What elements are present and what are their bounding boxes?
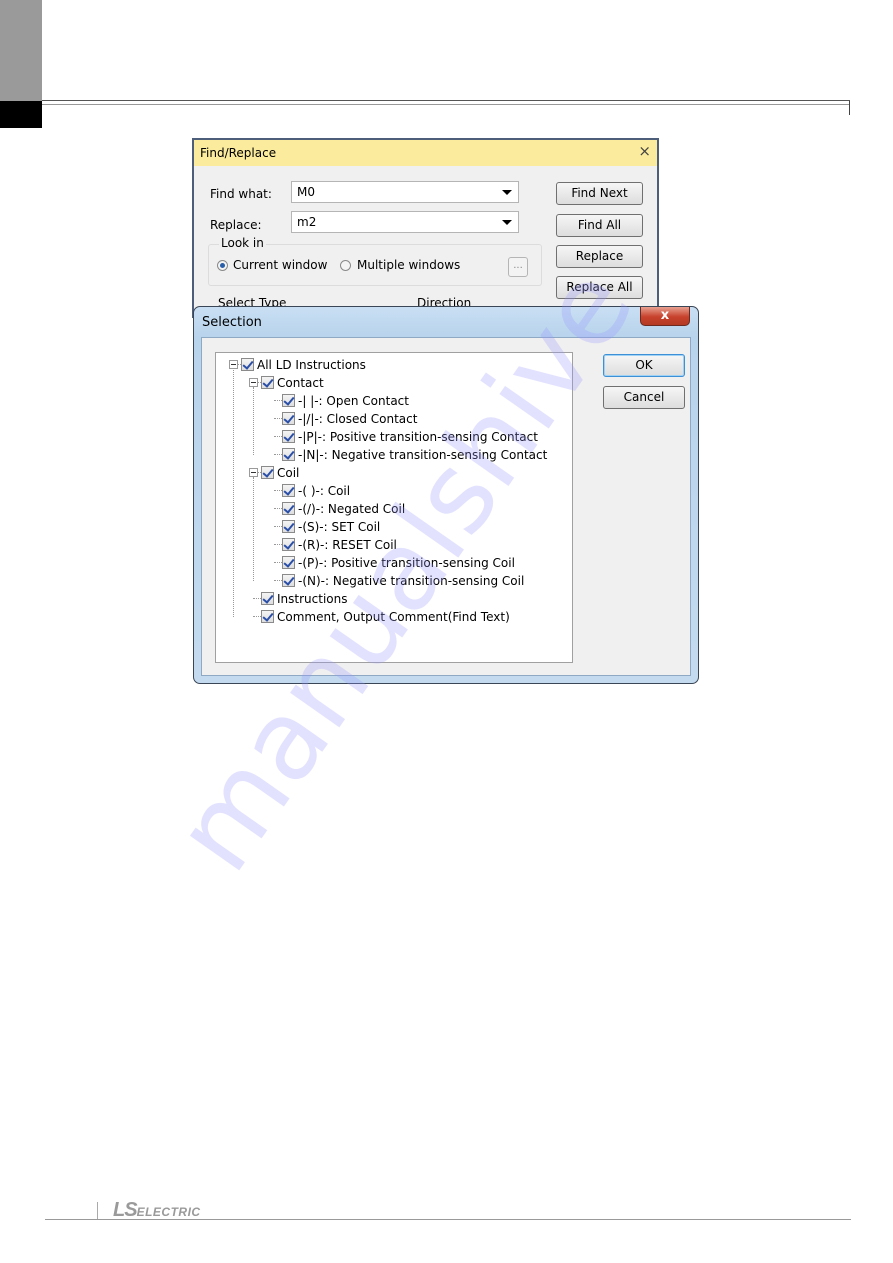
find-what-combo[interactable]: M0 (291, 181, 519, 203)
tree-connector (253, 477, 254, 581)
checkbox[interactable] (261, 466, 274, 479)
browse-button[interactable]: ... (508, 257, 528, 277)
tree-node-label[interactable]: -( )-: Coil (298, 482, 350, 500)
tree-node-label[interactable]: Contact (277, 374, 324, 392)
cancel-button[interactable]: Cancel (603, 386, 685, 409)
tree-node-label[interactable]: -(R)-: RESET Coil (298, 536, 397, 554)
tree-connector (274, 490, 282, 491)
ok-button[interactable]: OK (603, 354, 685, 377)
tree-connector (274, 562, 282, 563)
tree-node-label[interactable]: -|N|-: Negative transition-sensing Conta… (298, 446, 547, 464)
checkbox[interactable] (282, 502, 295, 515)
tree-node-label[interactable]: -|/|-: Closed Contact (298, 410, 417, 428)
current-window-radio[interactable] (217, 260, 228, 271)
replace-button[interactable]: Replace (556, 245, 643, 268)
checkbox[interactable] (282, 448, 295, 461)
checkbox[interactable] (282, 484, 295, 497)
tree-connector (274, 400, 282, 401)
page-side-tab (0, 0, 42, 101)
selection-title: Selection (202, 315, 262, 330)
tree-node-label[interactable]: Instructions (277, 590, 347, 608)
dropdown-arrow-icon[interactable] (502, 220, 512, 225)
tree-node-label[interactable]: Coil (277, 464, 299, 482)
find-next-button[interactable]: Find Next (556, 182, 643, 205)
tree-connector (274, 454, 282, 455)
checkbox[interactable] (282, 430, 295, 443)
instruction-tree[interactable]: All LD Instructions Contact -| |-: Open Co… (215, 352, 573, 663)
find-replace-dialog: Find/Replace × Find what: M0 Replace: m2… (192, 138, 659, 318)
replace-label: Replace: (210, 218, 262, 232)
dropdown-arrow-icon[interactable] (502, 190, 512, 195)
tree-connector (274, 544, 282, 545)
selection-body: All LD Instructions Contact -| |-: Open Co… (201, 337, 691, 676)
checkbox[interactable] (282, 394, 295, 407)
logo-ls: LS (113, 1199, 138, 1221)
tree-connector (274, 508, 282, 509)
tree-connector (274, 580, 282, 581)
tree-node-label[interactable]: -(/)-: Negated Coil (298, 500, 405, 518)
checkbox[interactable] (282, 520, 295, 533)
tree-node-label[interactable]: -(S)-: SET Coil (298, 518, 380, 536)
selection-dialog: Selection x All LD Instructions Contact -|… (193, 306, 699, 684)
multiple-windows-label[interactable]: Multiple windows (357, 258, 460, 272)
tree-node-label[interactable]: -| |-: Open Contact (298, 392, 409, 410)
tree-node-label[interactable]: -|P|-: Positive transition-sensing Conta… (298, 428, 538, 446)
checkbox[interactable] (241, 358, 254, 371)
tree-connector (253, 387, 254, 455)
checkbox[interactable] (282, 574, 295, 587)
checkbox[interactable] (261, 610, 274, 623)
tree-connector (253, 598, 261, 599)
current-window-label[interactable]: Current window (233, 258, 327, 272)
find-all-button[interactable]: Find All (556, 214, 643, 237)
checkbox[interactable] (282, 412, 295, 425)
close-icon[interactable]: x (640, 307, 690, 326)
find-replace-title: Find/Replace (194, 140, 657, 166)
tree-connector (274, 436, 282, 437)
header-rule-end (849, 101, 850, 115)
collapse-icon[interactable] (249, 378, 258, 387)
look-in-title: Look in (219, 236, 266, 250)
footer-rule (45, 1219, 851, 1220)
collapse-icon[interactable] (249, 468, 258, 477)
checkbox[interactable] (282, 538, 295, 551)
tree-connector (253, 616, 261, 617)
multiple-windows-radio[interactable] (340, 260, 351, 271)
logo-electric: ELECTRIC (136, 1205, 201, 1219)
page-side-marker (0, 101, 42, 128)
checkbox[interactable] (282, 556, 295, 569)
find-what-value: M0 (297, 185, 315, 199)
checkbox[interactable] (261, 376, 274, 389)
replace-combo[interactable]: m2 (291, 211, 519, 233)
tree-connector (274, 526, 282, 527)
find-what-label: Find what: (210, 187, 272, 201)
tree-connector (274, 418, 282, 419)
tree-connector (233, 368, 234, 617)
tree-node-label[interactable]: All LD Instructions (257, 356, 366, 374)
replace-value: m2 (297, 215, 317, 229)
tree-node-label[interactable]: -(N)-: Negative transition-sensing Coil (298, 572, 524, 590)
checkbox[interactable] (261, 592, 274, 605)
header-rule (42, 100, 850, 105)
tree-node-label[interactable]: -(P)-: Positive transition-sensing Coil (298, 554, 515, 572)
tree-node-label[interactable]: Comment, Output Comment(Find Text) (277, 608, 510, 626)
replace-all-button[interactable]: Replace All (556, 276, 643, 299)
close-icon[interactable]: × (638, 142, 651, 160)
footer-separator (97, 1202, 98, 1219)
